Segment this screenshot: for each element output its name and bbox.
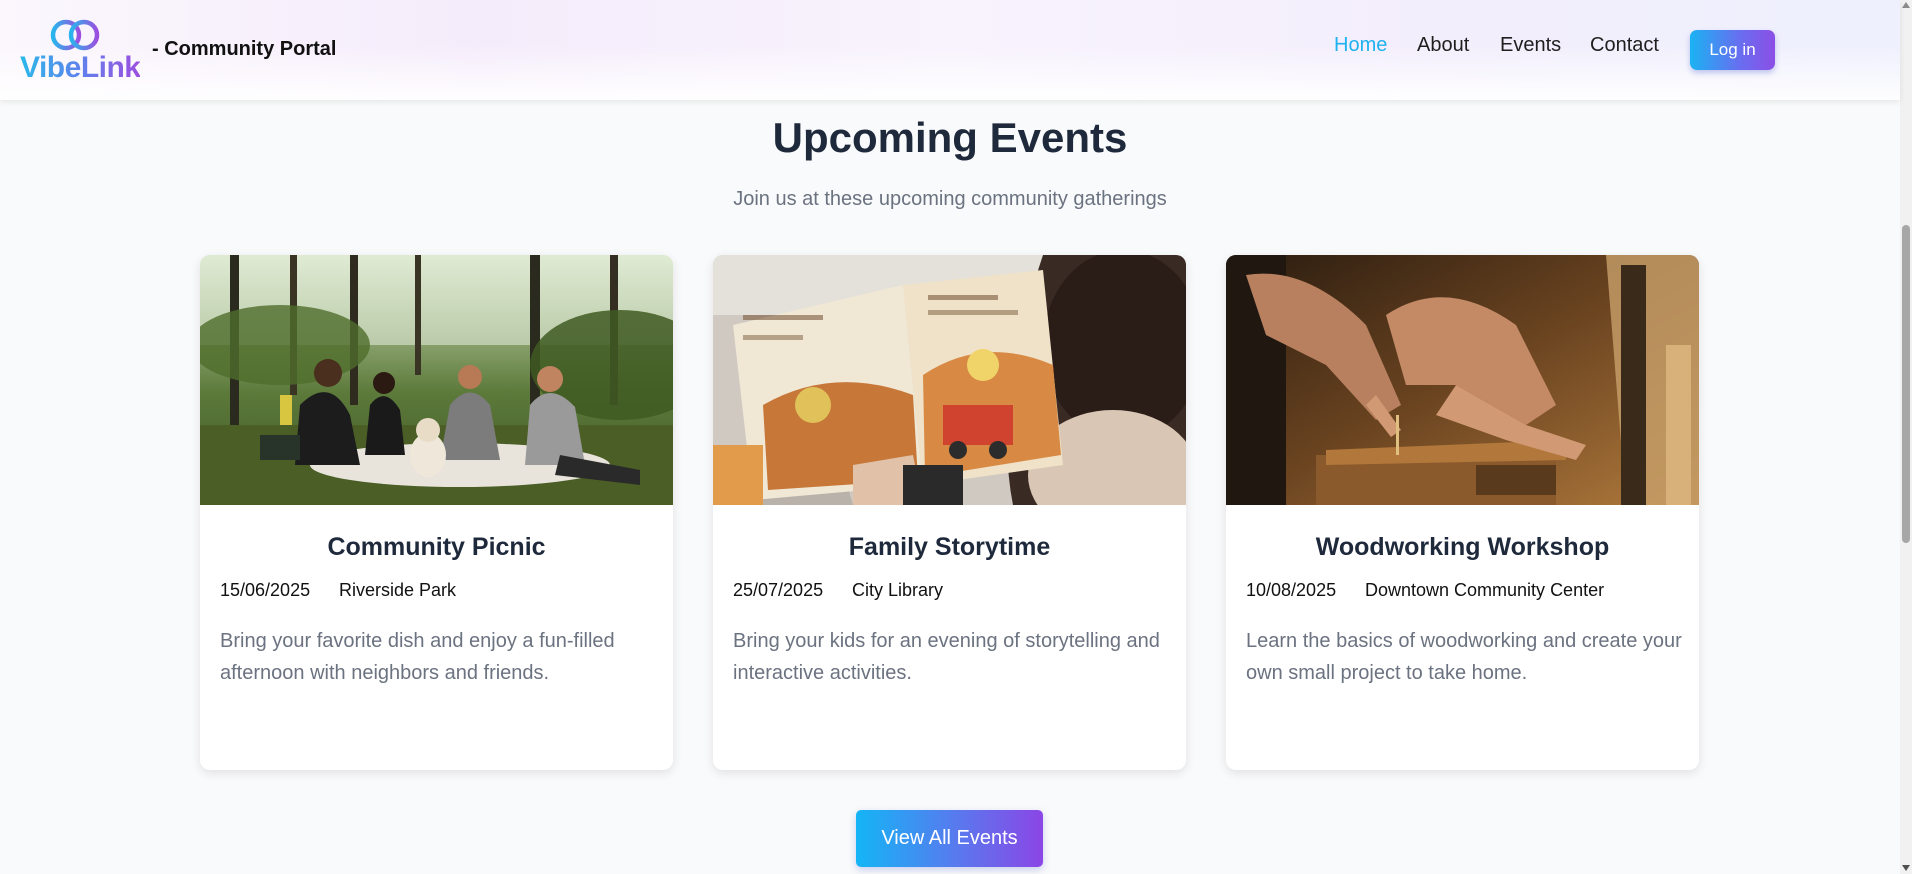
event-image-picnic [200, 255, 673, 505]
scrollbar-thumb[interactable] [1902, 225, 1910, 543]
event-card-woodworking[interactable]: Woodworking Workshop 10/08/2025 Downtown… [1226, 255, 1699, 770]
login-button[interactable]: Log in [1690, 30, 1775, 70]
scroll-down-arrow-icon[interactable] [1902, 865, 1910, 871]
view-all-events-button[interactable]: View All Events [856, 810, 1043, 867]
event-description: Bring your kids for an evening of storyt… [733, 630, 1160, 684]
link-rings-icon [50, 19, 100, 51]
section-subtitle: Join us at these upcoming community gath… [733, 188, 1167, 210]
nav-events[interactable]: Events [1500, 34, 1561, 57]
nav-contact[interactable]: Contact [1590, 34, 1659, 57]
event-title: Woodworking Workshop [1315, 533, 1610, 561]
event-description: Learn the basics of woodworking and crea… [1246, 630, 1682, 684]
event-date: 15/06/2025 [220, 580, 311, 600]
site-header: VibeLink - Community Portal Home About E… [0, 0, 1900, 100]
vibelink-logo[interactable]: VibeLink [20, 18, 141, 84]
event-card-picnic[interactable]: Community Picnic 15/06/2025 Riverside Pa… [200, 255, 673, 770]
logo-wordmark: VibeLink [20, 51, 141, 84]
section-title: Upcoming Events [772, 114, 1128, 161]
event-description: Bring your favorite dish and enjoy a fun… [220, 630, 615, 684]
event-title: Family Storytime [848, 533, 1051, 561]
nav-home[interactable]: Home [1334, 34, 1387, 57]
event-location: Riverside Park [339, 580, 457, 600]
nav-about[interactable]: About [1417, 34, 1469, 57]
event-date: 25/07/2025 [733, 580, 824, 600]
event-location: City Library [852, 580, 944, 600]
scroll-up-arrow-icon[interactable] [1902, 2, 1910, 8]
event-location: Downtown Community Center [1365, 580, 1605, 600]
event-image-woodworking [1226, 255, 1699, 505]
event-image-storytime [713, 255, 1186, 505]
portal-title: - Community Portal [152, 38, 337, 60]
page-scrollbar[interactable] [1900, 0, 1912, 874]
event-card-storytime[interactable]: Family Storytime 25/07/2025 City Library… [713, 255, 1186, 770]
event-date: 10/08/2025 [1246, 580, 1337, 600]
event-title: Community Picnic [327, 533, 546, 561]
